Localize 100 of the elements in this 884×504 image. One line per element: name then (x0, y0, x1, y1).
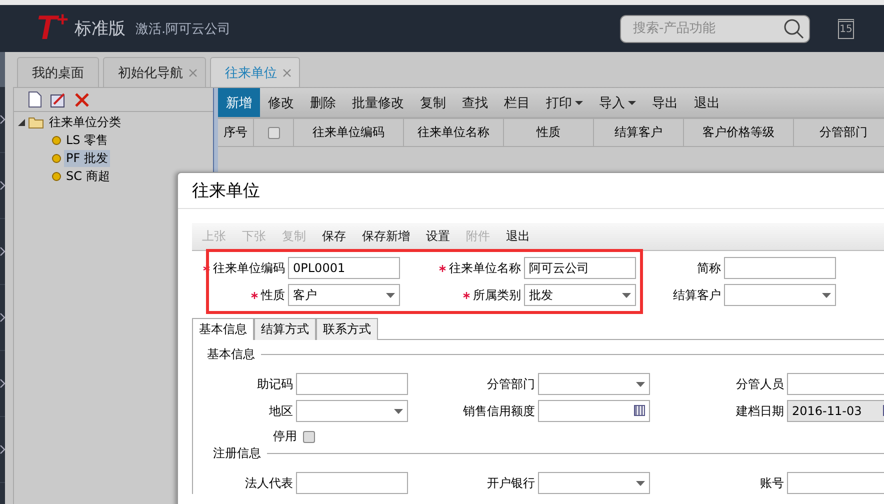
chevron-icon[interactable] (0, 247, 5, 256)
tree-item[interactable]: SC 商超 (64, 168, 112, 184)
new-file-icon[interactable] (28, 91, 42, 108)
field-label: 所属类别 (473, 286, 521, 304)
caret-icon[interactable] (622, 293, 631, 298)
toolbar-button[interactable]: 查找 (454, 88, 496, 117)
toolbar-button[interactable]: 批量修改 (344, 88, 412, 117)
toolbar-button[interactable]: 修改 (260, 88, 302, 117)
toolbar-button[interactable]: 导入 (591, 88, 644, 117)
chevron-icon[interactable] (0, 379, 5, 388)
tree-label: 往来单位分类 (48, 114, 122, 130)
tab[interactable]: 基本信息 (192, 318, 254, 340)
toolbar-button[interactable]: 保存 (322, 228, 346, 245)
toolbar-button[interactable]: 新增 (218, 88, 260, 117)
toolbar-button[interactable]: 导出 (644, 88, 686, 117)
column-header: 结算客户 (594, 119, 684, 146)
logo-mark: + (56, 9, 68, 31)
calendar-icon[interactable] (634, 405, 645, 416)
expand-icon[interactable] (18, 118, 25, 126)
node-icon (52, 154, 61, 162)
section-title: 基本信息 (207, 346, 255, 363)
caret-icon[interactable] (394, 409, 403, 414)
folder-icon (28, 116, 44, 128)
field-label: 销售信用额度 (463, 402, 535, 420)
column-header: 性质 (504, 119, 594, 146)
tab[interactable]: 初始化导航 (103, 57, 206, 87)
column-header: 往来单位名称 (404, 119, 504, 146)
chevron-icon[interactable] (0, 445, 5, 454)
section-title: 注册信息 (213, 445, 261, 462)
toolbar-button[interactable]: 设置 (426, 228, 450, 245)
dropdown-field[interactable] (296, 400, 408, 422)
input-field[interactable] (296, 373, 408, 395)
chevron-icon[interactable] (0, 313, 5, 322)
tree-node[interactable]: 往来单位分类 (18, 114, 213, 130)
column-header: 序号 (218, 119, 254, 146)
field-label: 地区 (269, 402, 293, 420)
delete-icon[interactable] (75, 92, 89, 106)
tab[interactable]: 联系方式 (316, 318, 378, 340)
required-icon (439, 265, 446, 272)
company-label: 激活.阿可云公司 (135, 20, 231, 38)
toolbar-button[interactable]: 保存新增 (362, 228, 410, 245)
edition-label: 标准版 (74, 18, 126, 40)
field-label: 停用 (273, 428, 297, 445)
column-header: 分管部门 (794, 119, 884, 146)
chevron-icon[interactable] (0, 115, 5, 124)
caret-icon[interactable] (636, 382, 645, 387)
search-field[interactable]: 搜索-产品功能 (620, 14, 810, 42)
toolbar-button[interactable]: 退出 (506, 228, 530, 245)
input-field[interactable]: 0PL0001 (288, 257, 400, 279)
tree-item[interactable]: LS 零售 (64, 132, 110, 148)
required-icon (251, 292, 258, 299)
toolbar-button[interactable]: 打印 (538, 88, 591, 117)
field-label: 结算客户 (673, 286, 721, 304)
search-icon[interactable] (784, 18, 804, 38)
field-label: 往来单位名称 (449, 260, 521, 276)
field-label: 法人代表 (245, 474, 293, 492)
caret-icon[interactable] (386, 293, 395, 298)
toolbar-button[interactable]: 退出 (686, 88, 728, 117)
logo: T (36, 9, 57, 48)
column-header: 客户价格等级 (684, 119, 794, 146)
input-field[interactable] (296, 472, 408, 494)
toolbar-button[interactable]: 栏目 (496, 88, 538, 117)
caret-icon[interactable] (822, 293, 831, 298)
input-field[interactable] (724, 257, 836, 279)
checkbox[interactable] (303, 430, 315, 442)
field-label: 助记码 (257, 376, 293, 392)
dropdown-field[interactable]: 批发 (524, 284, 636, 306)
field-label: 分管部门 (487, 376, 535, 392)
checkbox[interactable] (268, 126, 280, 138)
column-header: 往来单位编码 (294, 119, 404, 146)
dropdown-field[interactable] (538, 373, 650, 395)
input-field[interactable] (538, 400, 650, 422)
toolbar-button[interactable]: 复制 (412, 88, 454, 117)
field-label: 性质 (261, 286, 285, 304)
node-icon (52, 172, 61, 180)
calendar-icon[interactable]: 15 (838, 18, 854, 38)
field-label: 开户银行 (487, 474, 535, 492)
field-label: 分管人员 (736, 376, 784, 392)
required-icon (463, 292, 470, 299)
dialog-title: 往来单位 (178, 173, 884, 209)
toolbar-button[interactable]: 删除 (302, 88, 344, 117)
field-label: 建档日期 (736, 402, 784, 420)
chevron-icon[interactable] (0, 181, 5, 190)
required-icon (203, 265, 210, 272)
field-label: 往来单位编码 (213, 260, 285, 276)
caret-icon[interactable] (636, 481, 645, 486)
dropdown-field[interactable] (538, 472, 650, 494)
tab[interactable]: 我的桌面 (17, 57, 99, 87)
input-field[interactable]: 阿可云公司 (524, 257, 636, 279)
field-label: 简称 (697, 260, 721, 276)
dropdown-field[interactable] (787, 373, 884, 395)
tree-item[interactable]: PF 批发 (64, 150, 110, 166)
node-icon (52, 136, 61, 144)
input-field[interactable] (787, 472, 884, 494)
edit-icon[interactable] (50, 92, 67, 108)
tab[interactable]: 结算方式 (254, 318, 316, 340)
input-field[interactable]: 2016-11-03 (787, 400, 884, 422)
dropdown-field[interactable]: 客户 (288, 284, 400, 306)
field-label: 账号 (760, 474, 784, 492)
dropdown-field[interactable] (724, 284, 836, 306)
